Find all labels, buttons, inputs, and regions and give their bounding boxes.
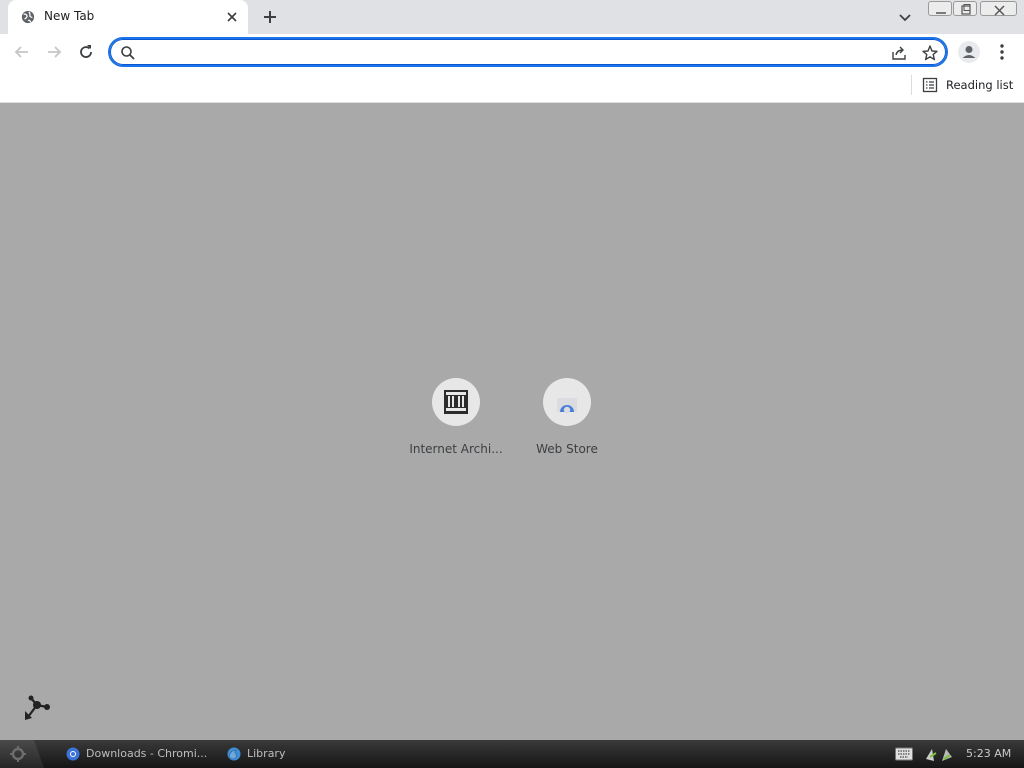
shortcut-label: Web Store: [536, 442, 598, 456]
more-vertical-icon[interactable]: [996, 42, 1008, 62]
maximize-window-button[interactable]: [953, 1, 977, 16]
share-icon[interactable]: [890, 44, 908, 62]
shortcut-web-store[interactable]: Web Store: [511, 378, 623, 468]
globe-icon: [21, 10, 35, 24]
tab-new-tab[interactable]: New Tab: [8, 0, 248, 34]
network-status-icon[interactable]: [922, 745, 958, 763]
taskbar-item-library[interactable]: Library: [227, 744, 307, 766]
taskbar-clock: 5:23 AM: [966, 747, 1012, 760]
bookmarks-separator: [911, 75, 912, 95]
web-store-icon: [557, 398, 577, 414]
close-window-button[interactable]: [980, 1, 1017, 16]
bookmarks-bar: Reading list: [0, 70, 1024, 103]
reading-list-button[interactable]: Reading list: [920, 74, 1020, 98]
tab-search-chevron-down-icon[interactable]: [896, 9, 914, 25]
new-tab-page: Internet Archi... Web Store: [0, 103, 1024, 740]
network-nodes-icon[interactable]: [22, 693, 52, 723]
shortcut-icon-circle: [432, 378, 480, 426]
keyboard-icon[interactable]: [895, 747, 913, 761]
gear-icon: [10, 746, 26, 762]
tab-title: New Tab: [44, 9, 95, 23]
back-arrow-icon[interactable]: [12, 42, 32, 62]
start-menu-button[interactable]: [0, 740, 44, 768]
shortcut-internet-archive[interactable]: Internet Archi...: [400, 378, 512, 468]
taskbar: Downloads - Chromi... Library 5:23 AM: [0, 740, 1024, 768]
shortcut-icon-circle: [543, 378, 591, 426]
plus-icon[interactable]: [260, 8, 280, 26]
shortcut-label: Internet Archi...: [409, 442, 503, 456]
close-tab-icon[interactable]: [224, 9, 240, 25]
person-icon: [962, 46, 976, 58]
forward-arrow-icon[interactable]: [44, 42, 64, 62]
reading-list-label: Reading list: [946, 78, 1014, 92]
address-bar[interactable]: [108, 37, 948, 67]
browser-toolbar: [0, 34, 1024, 70]
address-input[interactable]: [144, 42, 884, 62]
bookmark-star-icon[interactable]: [921, 44, 939, 62]
taskbar-item-downloads[interactable]: Downloads - Chromi...: [66, 744, 216, 766]
taskbar-item-label: Downloads - Chromi...: [86, 747, 208, 760]
firefox-icon: [227, 747, 241, 761]
taskbar-item-label: Library: [247, 747, 286, 760]
reading-list-icon: [922, 77, 938, 93]
profile-avatar[interactable]: [958, 41, 980, 63]
chromium-icon: [66, 747, 80, 761]
tab-strip: New Tab: [0, 0, 1024, 34]
reload-icon[interactable]: [76, 42, 96, 62]
internet-archive-icon: [444, 390, 468, 414]
search-icon: [121, 46, 135, 60]
minimize-window-button[interactable]: [928, 1, 952, 16]
